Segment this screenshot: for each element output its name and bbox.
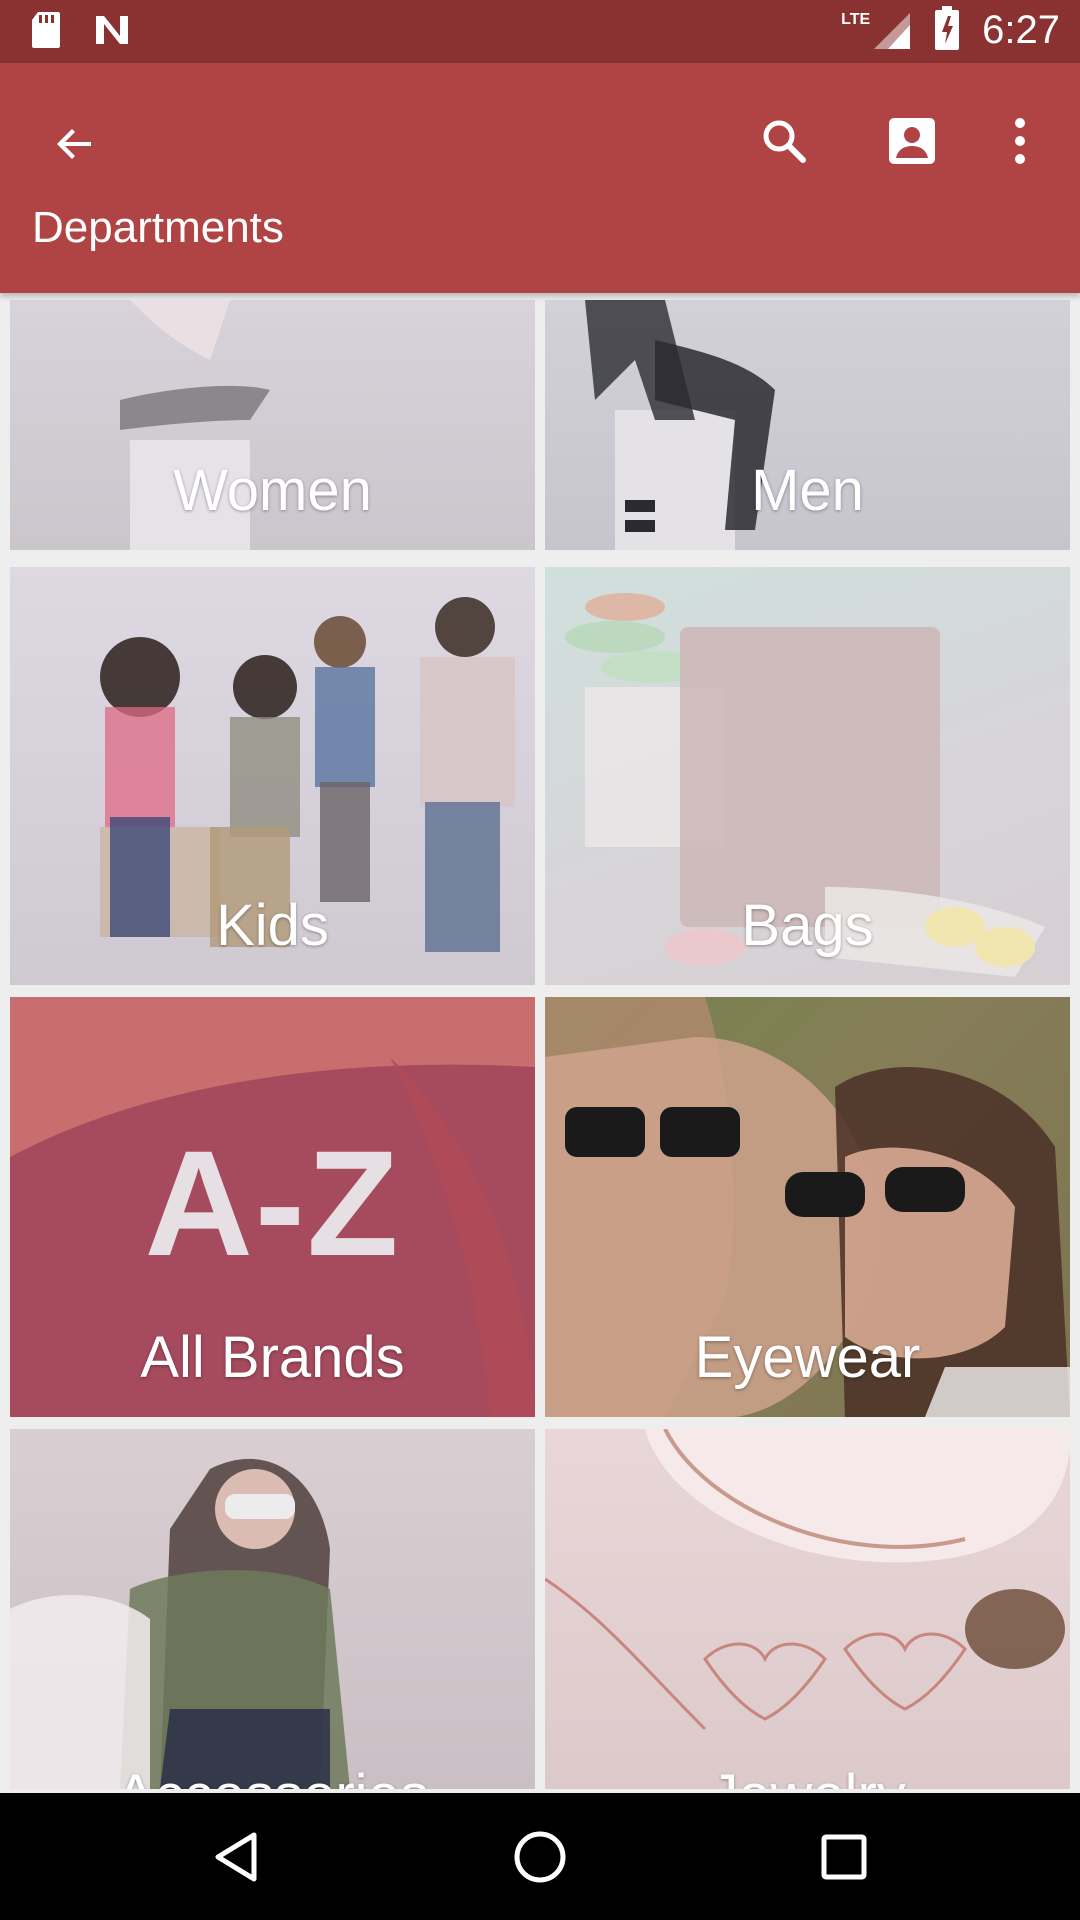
departments-grid: Women Men Kids Bags A-Z All Brands Eyewe… xyxy=(0,293,1080,1793)
department-tile-eyewear[interactable]: Eyewear xyxy=(545,997,1070,1417)
recents-square-icon xyxy=(821,1834,867,1880)
nav-home-button[interactable] xyxy=(500,1821,580,1893)
all-brands-badge: A-Z xyxy=(144,1119,401,1287)
app-bar: Departments xyxy=(0,63,1080,293)
department-label: Kids xyxy=(216,893,329,958)
back-triangle-icon xyxy=(215,1832,257,1882)
department-label: Jewelry xyxy=(709,1762,906,1789)
search-button[interactable] xyxy=(748,105,820,177)
department-tile-women[interactable]: Women xyxy=(10,300,535,550)
department-tile-men[interactable]: Men xyxy=(545,300,1070,550)
back-button[interactable] xyxy=(40,109,110,179)
department-tile-accessories[interactable]: Accessories xyxy=(10,1429,535,1789)
department-label: Women xyxy=(173,458,372,523)
clock: 6:27 xyxy=(982,8,1060,52)
back-arrow-icon xyxy=(57,129,91,159)
department-label: Accessories xyxy=(116,1762,429,1789)
system-nav-bar xyxy=(0,1793,1080,1920)
status-bar: LTE 6:27 xyxy=(0,0,1080,63)
department-label: Eyewear xyxy=(694,1325,921,1390)
more-options-button[interactable] xyxy=(990,105,1050,177)
notification-n-icon xyxy=(92,10,132,55)
sd-card-icon xyxy=(30,10,62,55)
search-icon xyxy=(763,120,806,163)
nav-back-button[interactable] xyxy=(196,1821,276,1893)
department-tile-bags[interactable]: Bags xyxy=(545,567,1070,985)
department-label: Men xyxy=(751,458,864,523)
nav-recents-button[interactable] xyxy=(804,1821,884,1893)
accessories-photo-placeholder xyxy=(10,1458,350,1789)
network-label: LTE xyxy=(841,10,871,28)
more-vert-icon xyxy=(1015,118,1025,164)
department-tile-kids[interactable]: Kids xyxy=(10,567,535,985)
department-label: Bags xyxy=(741,893,874,958)
signal-icon: LTE xyxy=(841,11,912,51)
page-title: Departments xyxy=(32,203,284,252)
battery-charging-icon xyxy=(934,6,960,55)
account-icon xyxy=(889,118,935,164)
department-tile-all-brands[interactable]: A-Z All Brands xyxy=(10,997,535,1417)
department-tile-jewelry[interactable]: Jewelry xyxy=(545,1429,1070,1789)
account-button[interactable] xyxy=(876,105,948,177)
jewelry-photo-placeholder xyxy=(545,1429,1070,1731)
home-circle-icon xyxy=(514,1831,566,1883)
department-label: All Brands xyxy=(140,1325,405,1390)
